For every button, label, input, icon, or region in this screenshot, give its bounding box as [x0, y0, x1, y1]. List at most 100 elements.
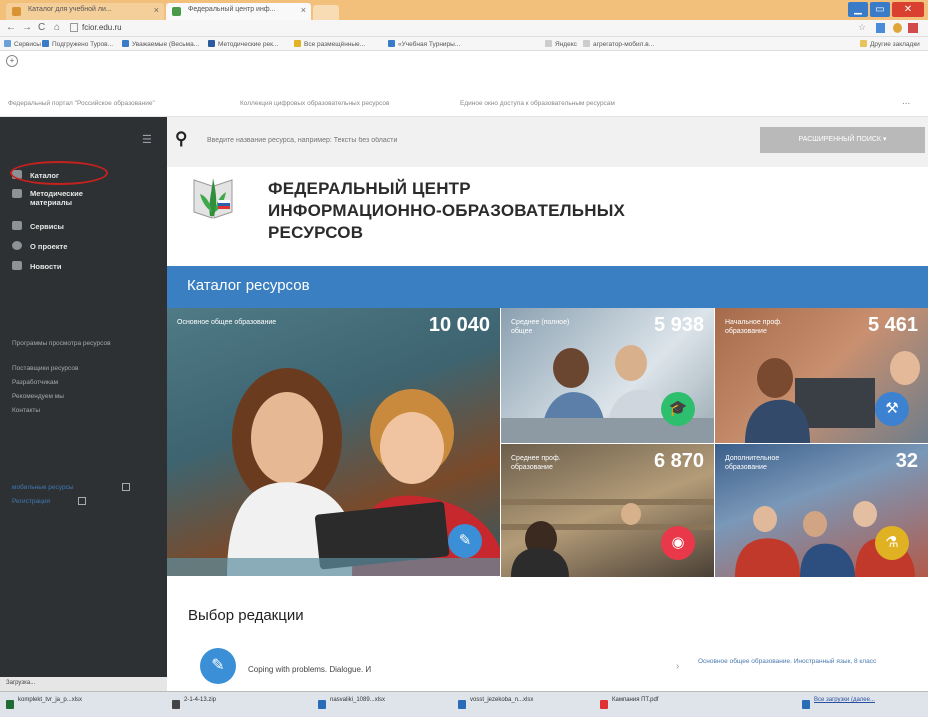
- catalog-tile-secondary-prof[interactable]: Среднее проф. образование 6 870 ◉: [501, 444, 714, 577]
- status-text: Загрузка...: [0, 677, 167, 691]
- sidebar-link[interactable]: Поставщики ресурсов: [12, 365, 78, 372]
- reload-icon[interactable]: C: [38, 22, 45, 33]
- chevron-right-icon[interactable]: ›: [676, 661, 679, 672]
- catalog-tile-basic[interactable]: Основное общее образование 10 040 ✎: [167, 308, 500, 576]
- news-icon: [12, 261, 22, 270]
- all-downloads-link[interactable]: Все загрузки (далее...: [800, 697, 924, 713]
- sidebar-link[interactable]: Программы просмотра ресурсов: [12, 339, 132, 348]
- forward-icon[interactable]: →: [22, 22, 32, 33]
- bookmarks-bar: Сервисы Подгружено Туров... Уважаемые (В…: [0, 37, 928, 51]
- pencil-icon: ✎: [200, 648, 236, 684]
- download-item[interactable]: Кампания ПТ.pdf: [598, 697, 733, 713]
- tile-label: Начальное проф. образование: [725, 319, 782, 335]
- external-link-icon: [78, 497, 86, 505]
- sidebar-item-services[interactable]: Сервисы: [12, 221, 64, 231]
- plus-icon[interactable]: +: [6, 55, 18, 67]
- graduation-cap-icon: 🎓: [661, 392, 695, 426]
- catalog-tile-primary-prof[interactable]: Начальное проф. образование 5 461 ⚒: [715, 308, 928, 443]
- favicon-icon: [12, 7, 21, 16]
- tile-label: Среднее (полное) общее: [511, 319, 570, 335]
- address-bar: ← → C ⌂ fcior.edu.ru ☆: [0, 20, 928, 37]
- bookmark[interactable]: «Учебная Турниры...: [388, 40, 460, 48]
- bookmark[interactable]: Подгружено Туров...: [42, 40, 113, 48]
- download-item[interactable]: vosst_jezekoba_n...xlsx: [456, 697, 591, 713]
- sidebar-link[interactable]: Рекомендуем мы: [12, 393, 64, 400]
- maximize-icon[interactable]: ▭: [870, 2, 890, 17]
- header-title-line1: ФЕДЕРАЛЬНЫЙ ЦЕНТР: [268, 179, 471, 198]
- header-title-line3: РЕСУРСОВ: [268, 223, 364, 242]
- bookmark[interactable]: Все размещённые...: [294, 40, 365, 48]
- new-tab-button[interactable]: [313, 5, 339, 20]
- tile-label: Основное общее образование: [177, 319, 277, 326]
- tab-2[interactable]: Федеральный центр инф... ×: [166, 3, 311, 20]
- download-item[interactable]: komplekt_tvr_ja_p...xlsx: [4, 697, 164, 713]
- home-icon[interactable]: ⌂: [54, 22, 60, 33]
- tile-label: Среднее проф. образование: [511, 455, 561, 471]
- top-navigation: + Федеральный портал "Российское образов…: [0, 51, 928, 117]
- tab-1[interactable]: Каталог для учебной ли... ×: [6, 3, 164, 20]
- search-input[interactable]: [207, 131, 747, 149]
- download-item[interactable]: 2-1-4-13.zip: [170, 697, 310, 713]
- catalog-tile-additional[interactable]: Дополнительное образование 32 ⚗: [715, 444, 928, 577]
- bookmark[interactable]: Другие закладки: [860, 40, 920, 48]
- title-bar: Каталог для учебной ли... × Федеральный …: [0, 0, 928, 20]
- tile-count: 6 870: [653, 450, 704, 472]
- tab-label: Каталог для учебной ли...: [28, 6, 112, 13]
- sidebar-link[interactable]: Контакты: [12, 407, 40, 414]
- star-icon[interactable]: ☆: [858, 22, 866, 33]
- close-window-icon[interactable]: ✕: [892, 2, 924, 17]
- microscope-icon: ⚗: [875, 526, 909, 560]
- nav-link[interactable]: Коллекция цифровых образовательных ресур…: [240, 100, 389, 107]
- advanced-search-button[interactable]: РАСШИРЕННЫЙ ПОИСК ▾: [760, 127, 925, 153]
- extension-icon[interactable]: [908, 23, 918, 33]
- sidebar: ☰ Каталог Методические материалы Сервисы…: [0, 117, 167, 677]
- header-title-line2: ИНФОРМАЦИОННО-ОБРАЗОВАТЕЛЬНЫХ: [268, 201, 626, 220]
- tile-count: 10 040: [428, 314, 490, 336]
- download-item[interactable]: nasvaliki_1089...xlsx: [316, 697, 451, 713]
- bookmark[interactable]: Сервисы: [4, 40, 41, 48]
- bookmark[interactable]: Уважаемые (Весьма...: [122, 40, 199, 48]
- back-icon[interactable]: ←: [6, 22, 16, 33]
- pencil-icon: ✎: [448, 524, 482, 558]
- extension-icon[interactable]: [876, 23, 885, 33]
- downloads-bar: komplekt_tvr_ja_p...xlsx 2-1-4-13.zip na…: [0, 691, 928, 717]
- sidebar-extra-link[interactable]: Регистрация: [12, 498, 50, 505]
- close-icon[interactable]: ×: [154, 5, 159, 15]
- bookmark[interactable]: Методические рек...: [208, 40, 278, 48]
- highlight-circle: [10, 161, 108, 185]
- logo-icon: [193, 178, 233, 219]
- globe-icon: ◉: [661, 526, 695, 560]
- catalog-tile-secondary[interactable]: Среднее (полное) общее 5 938 🎓: [501, 308, 714, 443]
- menu-icon[interactable]: ☰: [142, 133, 152, 146]
- bookmark[interactable]: Яндекс: [545, 40, 577, 48]
- sidebar-extra-link[interactable]: мобильные ресурсы: [12, 484, 74, 491]
- editors-choice-item[interactable]: Coping with problems. Dialogue. И: [248, 665, 371, 674]
- info-icon: [12, 241, 22, 250]
- url-field[interactable]: fcior.edu.ru: [82, 23, 122, 32]
- editors-choice-meta[interactable]: Основное общее образование. Иностранный …: [698, 657, 908, 666]
- sidebar-item-methods[interactable]: Методические материалы: [12, 189, 122, 207]
- close-icon[interactable]: ×: [301, 5, 306, 15]
- favicon-icon: [172, 7, 181, 16]
- extension-icon[interactable]: [893, 23, 902, 33]
- page-icon: [70, 23, 78, 32]
- catalog-title: Каталог ресурсов: [187, 277, 310, 294]
- nav-link[interactable]: Федеральный портал "Российское образован…: [8, 100, 155, 107]
- tab-label: Федеральный центр инф...: [188, 6, 276, 13]
- minimize-icon[interactable]: ▁: [848, 2, 868, 17]
- nav-link[interactable]: Единое окно доступа к образовательным ре…: [460, 100, 615, 107]
- tile-count: 5 461: [867, 314, 918, 336]
- sidebar-link[interactable]: Разработчикам: [12, 379, 58, 386]
- sidebar-item-about[interactable]: О проекте: [12, 241, 67, 251]
- sidebar-item-news[interactable]: Новости: [12, 261, 61, 271]
- tile-count: 5 938: [653, 314, 704, 336]
- search-icon[interactable]: ⚲: [175, 129, 187, 149]
- book-icon: [12, 189, 22, 198]
- bookmark[interactable]: агрегатор-мобил.в...: [583, 40, 654, 48]
- catalog-header: Каталог ресурсов: [167, 266, 928, 308]
- more-icon[interactable]: ...: [902, 96, 910, 107]
- browser-window: Каталог для учебной ли... × Федеральный …: [0, 0, 928, 717]
- tile-count: 32: [895, 450, 918, 472]
- gear-icon: [12, 221, 22, 230]
- tile-label: Дополнительное образование: [725, 455, 780, 471]
